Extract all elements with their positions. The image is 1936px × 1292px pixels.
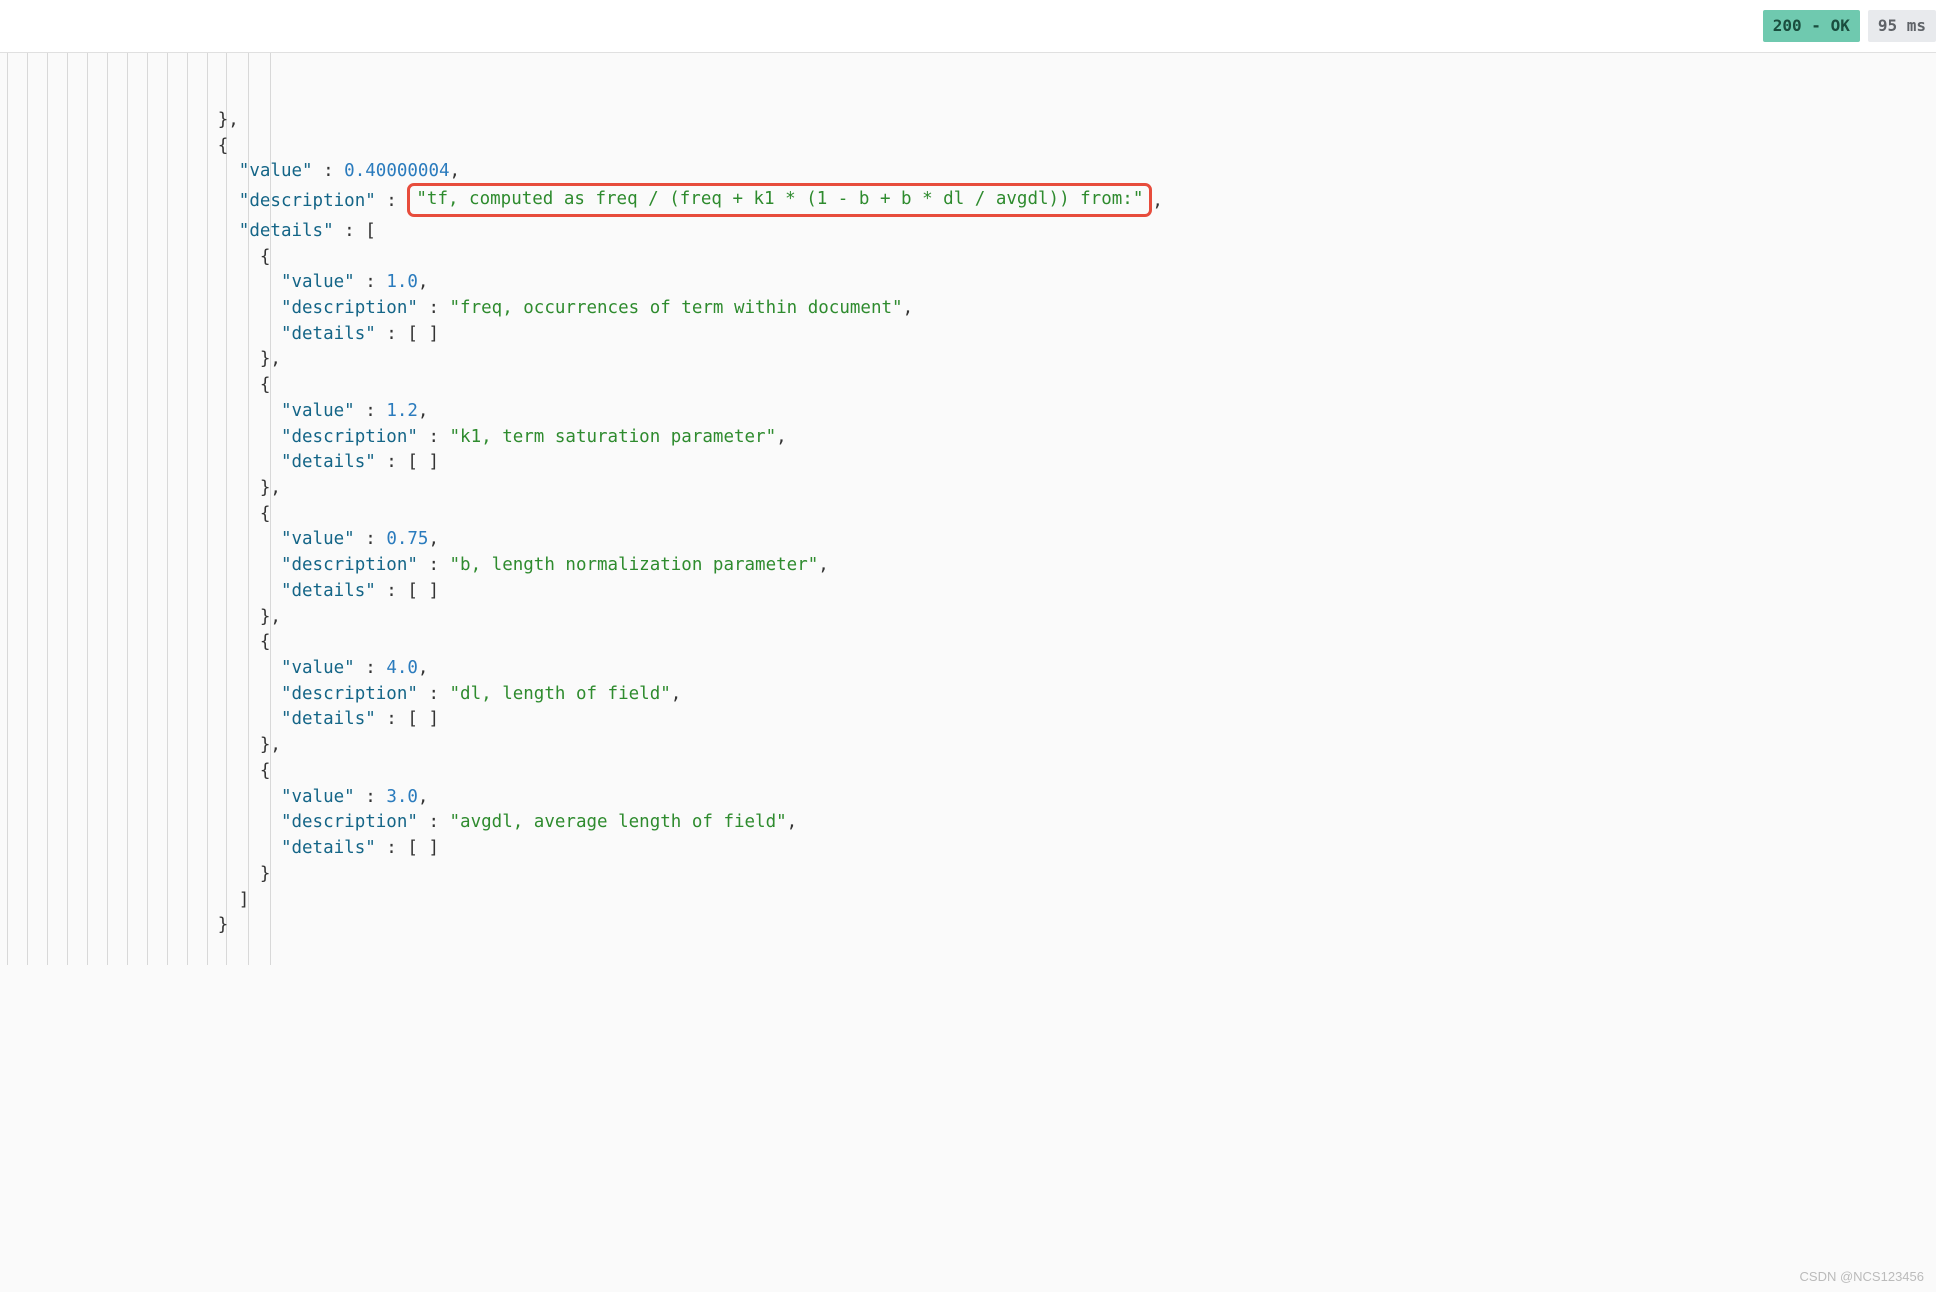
- item-open: {: [7, 373, 1936, 399]
- item-value: "value" : 3.0,: [7, 785, 1936, 811]
- item-close: },: [7, 347, 1936, 373]
- item-value: "value" : 1.0,: [7, 270, 1936, 296]
- item-description: "description" : "avgdl, average length o…: [7, 810, 1936, 836]
- item-close: }: [7, 862, 1936, 888]
- item-close: },: [7, 733, 1936, 759]
- watermark: CSDN @NCS123456: [1800, 1267, 1924, 1286]
- json-description-root: "description" : "tf, computed as freq / …: [7, 185, 1936, 219]
- highlight-box: "tf, computed as freq / (freq + k1 * (1 …: [407, 183, 1152, 217]
- item-details-empty: "details" : [ ]: [7, 836, 1936, 862]
- item-value: "value" : 0.75,: [7, 527, 1936, 553]
- item-details-empty: "details" : [ ]: [7, 579, 1936, 605]
- item-description: "description" : "k1, term saturation par…: [7, 425, 1936, 451]
- response-header: 200 - OK 95 ms: [0, 0, 1936, 53]
- status-badge: 200 - OK: [1763, 10, 1860, 42]
- item-description: "description" : "dl, length of field",: [7, 682, 1936, 708]
- item-details-empty: "details" : [ ]: [7, 707, 1936, 733]
- item-open: {: [7, 502, 1936, 528]
- item-details-empty: "details" : [ ]: [7, 322, 1936, 348]
- brace-open: {: [7, 134, 1936, 160]
- item-description: "description" : "b, length normalization…: [7, 553, 1936, 579]
- item-description: "description" : "freq, occurrences of te…: [7, 296, 1936, 322]
- item-open: {: [7, 245, 1936, 271]
- item-details-empty: "details" : [ ]: [7, 450, 1936, 476]
- brace-close-outer: }: [7, 913, 1936, 939]
- json-details-open: "details" : [: [7, 219, 1936, 245]
- item-close: },: [7, 476, 1936, 502]
- json-details-close: ]: [7, 888, 1936, 914]
- response-time-badge: 95 ms: [1868, 10, 1936, 42]
- item-close: },: [7, 605, 1936, 631]
- json-code-viewer[interactable]: }, { "value" : 0.40000004, "description"…: [0, 53, 1936, 965]
- item-open: {: [7, 630, 1936, 656]
- item-value: "value" : 1.2,: [7, 399, 1936, 425]
- brace-close: },: [7, 108, 1936, 134]
- item-open: {: [7, 759, 1936, 785]
- item-value: "value" : 4.0,: [7, 656, 1936, 682]
- json-value-root: "value" : 0.40000004,: [7, 159, 1936, 185]
